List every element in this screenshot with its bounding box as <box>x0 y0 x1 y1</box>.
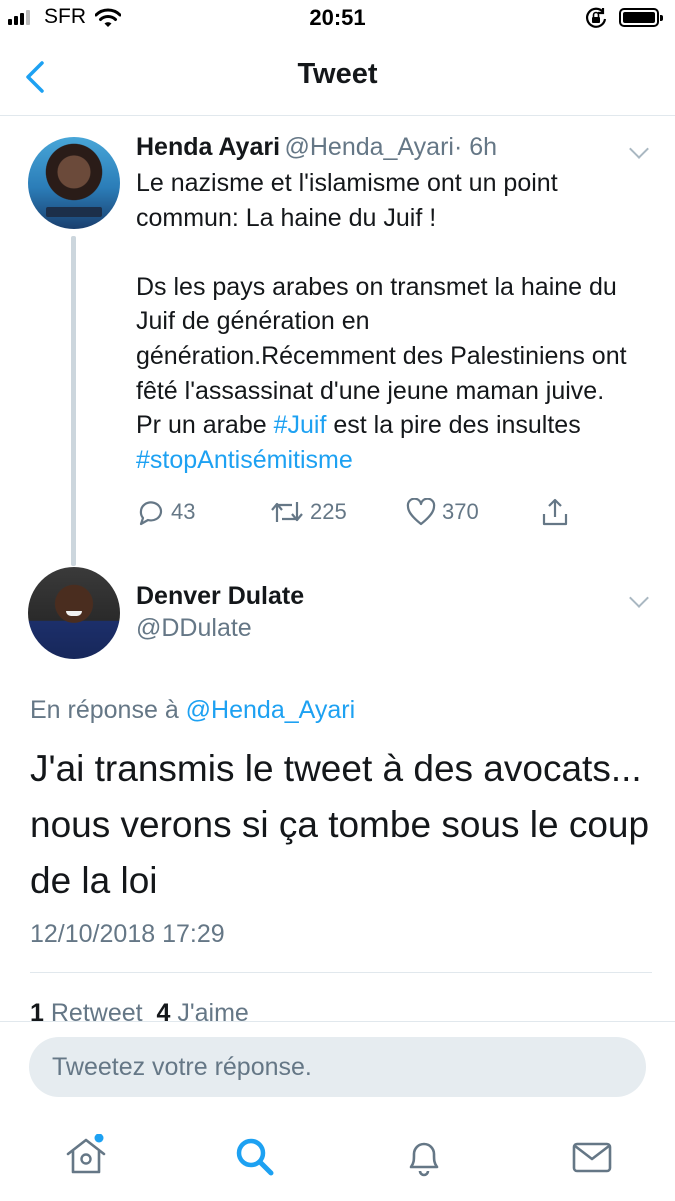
divider <box>0 115 675 116</box>
author-handle[interactable]: @DDulate <box>136 614 252 643</box>
henda-ayari-avatar[interactable] <box>28 137 120 229</box>
bell-icon <box>409 1142 439 1177</box>
chevron-down-icon[interactable] <box>629 139 649 159</box>
reply-tweet-text: J'ai transmis le tweet à des avocats... … <box>30 748 650 901</box>
share-button[interactable] <box>541 497 569 532</box>
tweet-text-part: est la pire des insultes <box>326 411 581 440</box>
retweet-count: 225 <box>310 499 347 524</box>
reply-count: 43 <box>171 499 196 524</box>
divider <box>30 972 652 973</box>
tweet-time: · 6h <box>453 133 498 161</box>
reply-action[interactable]: 43 <box>137 498 195 526</box>
tweet-text: Le nazisme et l'islamisme ont un point c… <box>136 166 636 477</box>
tab-notifications[interactable] <box>402 1135 446 1184</box>
hashtag-link[interactable]: #stopAntisémitisme <box>136 446 353 474</box>
status-bar: SFR 20:51 <box>0 0 675 40</box>
rotation-lock-icon <box>585 7 607 28</box>
retweet-icon <box>271 502 303 522</box>
author-name[interactable]: Denver Dulate <box>136 582 304 611</box>
tab-home[interactable] <box>64 1133 108 1183</box>
tweet-header: Henda Ayari @Henda_Ayari· 6h <box>136 133 497 162</box>
heart-icon <box>406 498 436 526</box>
author-handle[interactable]: @Henda_Ayari <box>284 133 453 161</box>
retweet-action[interactable]: 225 <box>270 498 347 526</box>
status-time: 20:51 <box>309 5 366 30</box>
tab-messages[interactable] <box>570 1135 614 1184</box>
home-icon <box>66 1133 106 1174</box>
thread-line <box>71 236 76 566</box>
reply-input-placeholder: Tweetez votre réponse. <box>52 1053 312 1081</box>
author-name[interactable]: Henda Ayari <box>136 133 280 161</box>
reply-icon <box>139 501 163 526</box>
hashtag-link[interactable]: #Juif <box>274 411 327 439</box>
like-action[interactable]: 370 <box>406 498 479 526</box>
tweet-text-part: Le nazisme et l'islamisme ont un point c… <box>136 169 627 440</box>
page-title: Tweet <box>297 58 378 90</box>
envelope-icon <box>572 1142 612 1173</box>
tweet-timestamp: 12/10/2018 17:29 <box>30 920 225 948</box>
search-icon <box>236 1138 274 1176</box>
reply-to-link[interactable]: @Henda_Ayari <box>186 696 355 724</box>
battery-icon <box>619 8 663 27</box>
tab-search[interactable] <box>233 1135 277 1184</box>
share-icon <box>542 498 568 526</box>
reply-context-label: En réponse à <box>30 696 179 724</box>
chevron-down-icon[interactable] <box>629 588 649 608</box>
reply-context: En réponse à @Henda_Ayari <box>30 696 355 725</box>
denver-dulate-avatar[interactable] <box>28 567 120 659</box>
like-count: 370 <box>442 499 479 524</box>
